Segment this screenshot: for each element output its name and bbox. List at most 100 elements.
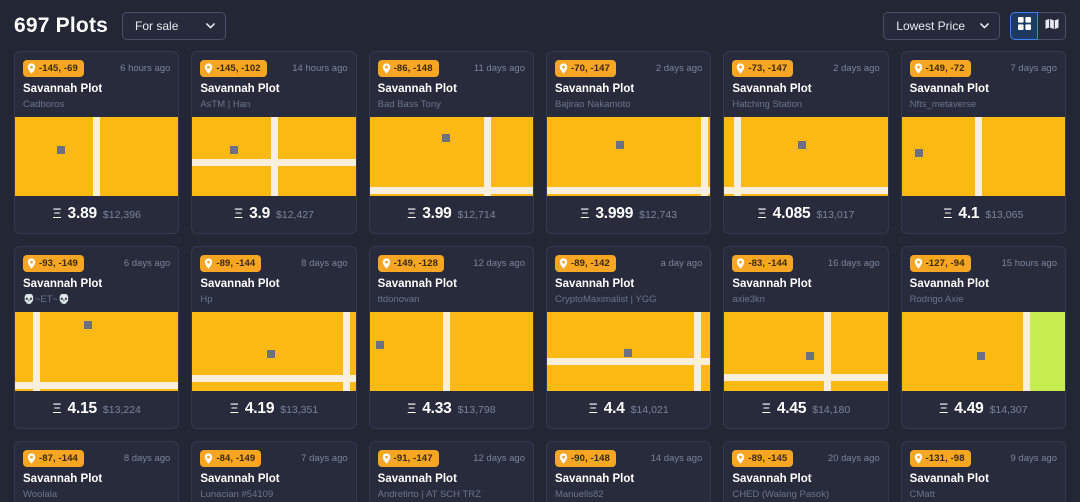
eth-price: 3.9 xyxy=(249,205,271,222)
plot-price-row: Ξ 4.49 $14,307 xyxy=(902,391,1065,428)
plot-card[interactable]: -87, -1448 days agoSavannah PlotWoolalaΞ xyxy=(14,441,180,502)
grid-view-button[interactable] xyxy=(1010,11,1038,40)
plot-card[interactable]: -84, -149 7 days ago Savannah Plot Lunacian… xyxy=(191,441,357,502)
listing-time: 20 days ago xyxy=(827,453,880,464)
plot-card[interactable]: -86, -148 11 days ago Savannah Plot Bad Bas… xyxy=(368,51,534,234)
map-road-vertical xyxy=(443,312,451,391)
plot-card[interactable]: -131, -989 days agoSavannah PlotCMattΞ xyxy=(900,441,1066,502)
coordinates-text: -145, -69 xyxy=(39,63,78,74)
map-view-button[interactable] xyxy=(1038,11,1066,40)
plot-card[interactable]: -149, -128 12 days ago Savannah Plot ttdono… xyxy=(368,246,534,429)
plot-owner: Hp xyxy=(200,294,213,305)
usd-price: $12,743 xyxy=(639,209,678,221)
plot-name: Savannah Plot xyxy=(732,473,812,485)
coordinates-badge: -127, -94 xyxy=(909,255,971,272)
coordinates-text: -149, -72 xyxy=(925,63,965,74)
plot-location-marker xyxy=(914,148,923,157)
coordinates-badge: -84, -149 xyxy=(200,450,262,467)
plot-card[interactable]: -127, -94 15 hours ago Savannah Plot Rodrig… xyxy=(900,246,1066,429)
plot-location-marker xyxy=(623,349,632,358)
map-pin-icon xyxy=(914,258,923,269)
usd-price: $14,180 xyxy=(812,404,851,416)
plot-card-header: -131, -98 9 days ago Savannah Plot CMatt xyxy=(902,442,1065,502)
plot-price-row: Ξ 4.085 $13,017 xyxy=(724,196,887,233)
listing-time: 16 days ago xyxy=(827,258,880,269)
listing-time: 7 days ago xyxy=(1010,63,1057,74)
plot-card[interactable]: -91, -147 12 days ago Savannah Plot Andreti… xyxy=(368,441,534,502)
usd-price: $13,065 xyxy=(985,209,1024,221)
plot-location-marker xyxy=(267,349,276,358)
plot-card-meta-row: -93, -149 6 days ago xyxy=(23,255,170,272)
eth-symbol-icon: Ξ xyxy=(580,205,590,221)
status-filter-label: For sale xyxy=(135,18,179,33)
coordinates-badge: -70, -147 xyxy=(554,60,616,77)
map-pin-icon xyxy=(559,453,568,464)
map-road-vertical xyxy=(93,117,101,196)
plot-card-header: -90, -148 14 days ago Savannah Plot Manuell… xyxy=(547,442,710,502)
coordinates-badge: -89, -145 xyxy=(732,450,794,467)
plot-price-row: Ξ 3.9 $12,427 xyxy=(192,196,355,233)
plot-location-marker xyxy=(376,341,385,350)
map-pin-icon xyxy=(204,258,213,269)
eth-symbol-icon: Ξ xyxy=(407,400,417,416)
page-header: 697 Plots For sale Lowest Price xyxy=(0,0,1080,51)
plot-card[interactable]: -73, -147 2 days ago Savannah Plot Hatching… xyxy=(723,51,889,234)
listing-time: 12 days ago xyxy=(473,453,525,464)
plot-card[interactable]: -83, -144 16 days ago Savannah Plot axie3kn… xyxy=(723,246,889,429)
coordinates-text: -90, -148 xyxy=(570,453,610,464)
plot-map-thumbnail xyxy=(15,312,179,391)
plot-name: Savannah Plot xyxy=(200,83,280,95)
map-road-vertical xyxy=(700,117,708,196)
plot-location-marker xyxy=(441,134,450,143)
eth-price: 4.19 xyxy=(244,400,275,417)
plot-owner: Lunacian #54109 xyxy=(200,489,274,500)
status-filter-dropdown[interactable]: For sale xyxy=(122,11,227,40)
coordinates-text: -89, -142 xyxy=(570,258,610,269)
map-road-vertical xyxy=(975,117,983,196)
map-pin-icon xyxy=(204,453,213,464)
usd-price: $14,307 xyxy=(989,404,1028,416)
plot-price-row: Ξ 3.89 $12,396 xyxy=(15,196,178,233)
coordinates-text: -70, -147 xyxy=(570,63,610,74)
listing-time: 6 days ago xyxy=(123,258,171,269)
plot-card[interactable]: -145, -69 6 hours ago Savannah Plot Cadboro… xyxy=(14,51,180,234)
map-pin-icon xyxy=(27,453,36,464)
sort-dropdown[interactable]: Lowest Price xyxy=(883,11,1000,40)
plot-card[interactable]: -89, -142 a day ago Savannah Plot CryptoMax… xyxy=(545,246,712,429)
eth-price: 4.15 xyxy=(67,400,98,417)
plot-card[interactable]: -145, -102 14 hours ago Savannah Plot AsTM … xyxy=(191,51,357,234)
eth-symbol-icon: Ξ xyxy=(761,400,771,416)
usd-price: $12,427 xyxy=(276,209,314,221)
listing-time: 15 hours ago xyxy=(1001,258,1057,269)
plot-owner: CHED (Walang Pasok) xyxy=(732,489,830,500)
plot-map-thumbnail xyxy=(192,117,356,196)
map-pin-icon xyxy=(204,63,213,74)
eth-price: 4.085 xyxy=(772,205,811,222)
plot-card[interactable]: -90, -148 14 days ago Savannah Plot Manuell… xyxy=(545,441,712,502)
eth-symbol-icon: Ξ xyxy=(588,400,598,416)
plot-card[interactable]: -89, -145 20 days ago Savannah Plot CHED (W… xyxy=(723,441,889,502)
plot-card-header: -86, -148 11 days ago Savannah Plot Bad Bas… xyxy=(370,52,533,117)
plot-name: Savannah Plot xyxy=(554,83,635,95)
plot-card-meta-row: -89, -144 8 days ago xyxy=(200,255,348,272)
plot-card-header: -70, -147 2 days ago Savannah Plot Bajirao … xyxy=(547,52,710,117)
chevron-down-icon xyxy=(979,20,990,31)
map-road-vertical xyxy=(270,117,278,196)
map-road-horizontal xyxy=(192,158,356,166)
plot-name: Savannah Plot xyxy=(23,278,103,290)
plot-card[interactable]: -93, -149 6 days ago Savannah Plot 💀~ET~💀 Ξ 4… xyxy=(14,246,180,429)
map-pin-icon xyxy=(27,63,36,74)
plot-price-row: Ξ 3.999 $12,743 xyxy=(547,196,710,233)
eth-price: 3.999 xyxy=(595,205,634,222)
plot-card[interactable]: -70, -147 2 days ago Savannah Plot Bajirao … xyxy=(545,51,712,234)
plot-name: Savannah Plot xyxy=(554,473,635,485)
coordinates-text: -73, -147 xyxy=(748,63,788,74)
coordinates-badge: -86, -148 xyxy=(377,60,439,77)
plot-name: Savannah Plot xyxy=(909,473,989,485)
eth-price: 3.99 xyxy=(422,205,452,222)
plot-card[interactable]: -149, -72 7 days ago Savannah Plot Nfts_met… xyxy=(900,51,1066,234)
grid-view-icon xyxy=(1017,16,1031,35)
coordinates-badge: -90, -148 xyxy=(554,450,616,467)
plot-card[interactable]: -89, -144 8 days ago Savannah Plot Hp Ξ 4.19 $… xyxy=(191,246,357,429)
plot-card-header: -93, -149 6 days ago Savannah Plot 💀~ET~💀 xyxy=(15,247,178,312)
